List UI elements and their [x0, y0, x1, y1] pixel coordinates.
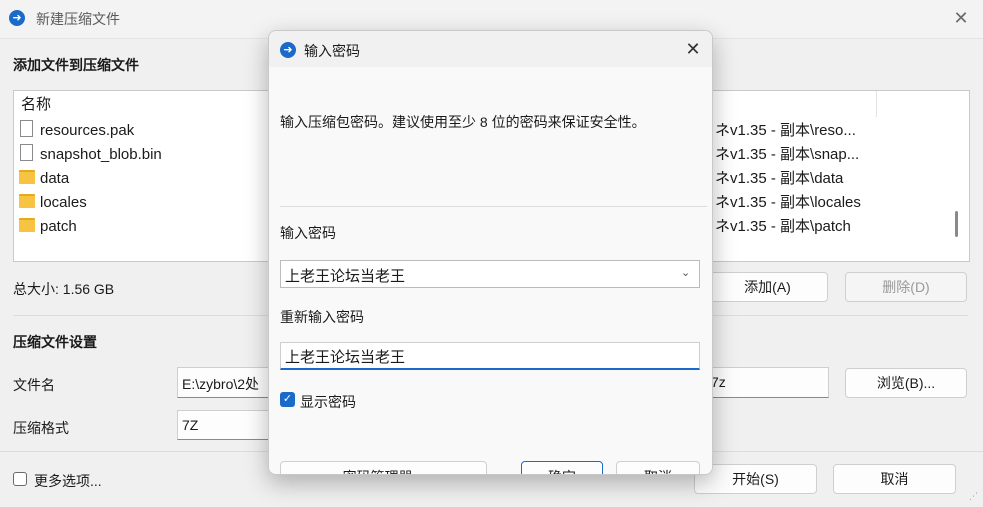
resize-grip-icon[interactable]: ⋰: [969, 491, 979, 501]
list-item[interactable]: snapshot_blob.bin: [20, 143, 162, 167]
list-item-path: ネv1.35 - 副本\snap...: [715, 146, 860, 163]
total-size: 总大小: 1.56 GB: [13, 281, 115, 297]
dialog-app-icon: ➜: [280, 42, 296, 58]
browse-button[interactable]: 浏览(B)...: [845, 368, 967, 398]
reenter-password-value: 上老王论坛当老王: [285, 349, 406, 366]
list-item-name: patch: [40, 218, 77, 235]
folder-icon: [19, 170, 35, 184]
settings-section-title: 压缩文件设置: [13, 334, 97, 350]
reenter-password-input[interactable]: 上老王论坛当老王: [280, 342, 700, 370]
password-manager-button[interactable]: 密码管理器...: [280, 461, 487, 474]
filename-label: 文件名: [13, 377, 55, 393]
filename-extension: 7z: [711, 374, 726, 390]
window-close-icon[interactable]: ✕: [946, 6, 976, 30]
list-item-name: snapshot_blob.bin: [40, 146, 162, 163]
chevron-down-icon[interactable]: ⌄: [681, 266, 690, 279]
list-item-path: ネv1.35 - 副本\patch: [715, 218, 851, 235]
file-icon: [20, 144, 33, 161]
reenter-password-label: 重新输入密码: [280, 309, 364, 325]
more-options-checkbox[interactable]: [13, 472, 27, 486]
dialog-divider: [280, 206, 707, 207]
list-item[interactable]: patch: [19, 215, 77, 239]
dialog-content: 输入压缩包密码。建议使用至少 8 位的密码来保证安全性。 输入密码 上老王论坛当…: [269, 67, 712, 474]
dialog-titlebar: ➜ 输入密码 ✕: [269, 31, 712, 67]
dialog-title: 输入密码: [304, 43, 360, 59]
password-value: 上老王论坛当老王: [285, 268, 406, 285]
password-label: 输入密码: [280, 225, 336, 241]
list-item-path: ネv1.35 - 副本\reso...: [715, 122, 856, 139]
ok-button[interactable]: 确定: [521, 461, 603, 474]
dialog-description: 输入压缩包密码。建议使用至少 8 位的密码来保证安全性。: [280, 114, 646, 130]
more-options-label[interactable]: 更多选项...: [34, 471, 102, 491]
show-password-label[interactable]: 显示密码: [300, 392, 356, 412]
delete-button[interactable]: 删除(D): [845, 272, 967, 302]
password-dialog: ➜ 输入密码 ✕ 输入压缩包密码。建议使用至少 8 位的密码来保证安全性。 输入…: [268, 30, 713, 475]
dialog-cancel-button[interactable]: 取消: [616, 461, 700, 474]
list-scrollbar[interactable]: [955, 211, 958, 237]
main-cancel-button[interactable]: 取消: [833, 464, 956, 494]
column-divider: [876, 91, 877, 117]
add-button[interactable]: 添加(A): [707, 272, 828, 302]
folder-icon: [19, 194, 35, 208]
list-item[interactable]: data: [19, 167, 69, 191]
folder-icon: [19, 218, 35, 232]
list-item-path: ネv1.35 - 副本\data: [715, 170, 844, 187]
window-title: 新建压缩文件: [36, 11, 120, 27]
password-combo[interactable]: 上老王论坛当老王 ⌄: [280, 260, 700, 288]
format-label: 压缩格式: [13, 420, 69, 436]
list-item[interactable]: resources.pak: [20, 119, 134, 143]
filename-value: E:\zybro\2处: [182, 376, 260, 392]
column-header-name[interactable]: 名称: [21, 93, 51, 117]
dialog-close-icon[interactable]: ✕: [678, 37, 708, 61]
show-password-checkbox[interactable]: ✓: [280, 392, 295, 407]
list-item[interactable]: locales: [19, 191, 87, 215]
app-logo-icon: ➜: [9, 10, 25, 26]
format-value: 7Z: [182, 417, 199, 433]
list-item-name: data: [40, 170, 70, 187]
list-item-path: ネv1.35 - 副本\locales: [715, 194, 861, 211]
list-item-name: locales: [40, 194, 87, 211]
files-section-title: 添加文件到压缩文件: [13, 57, 139, 73]
file-icon: [20, 120, 33, 137]
list-item-name: resources.pak: [40, 122, 135, 139]
